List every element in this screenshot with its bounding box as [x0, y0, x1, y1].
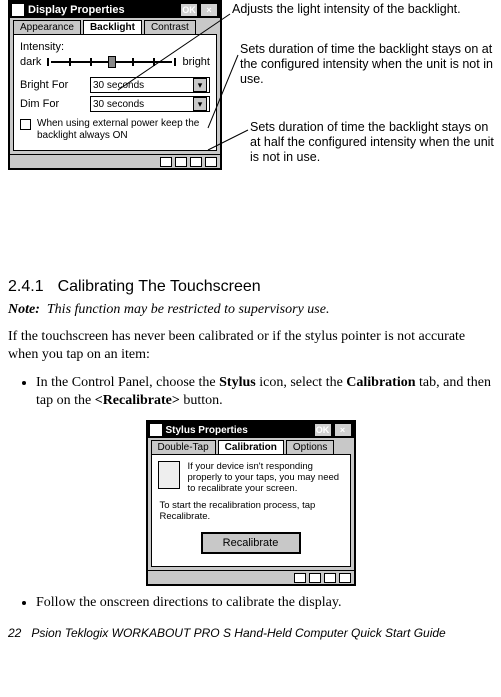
chevron-down-icon[interactable]: ▾: [193, 78, 207, 92]
tab-double-tap[interactable]: Double-Tap: [151, 440, 216, 454]
close-button[interactable]: ×: [334, 423, 352, 437]
titlebar: Display Properties OK ×: [10, 2, 220, 18]
intensity-slider[interactable]: [47, 55, 176, 69]
status-icon: [190, 157, 202, 167]
status-icon: [309, 573, 321, 583]
close-button[interactable]: ×: [200, 3, 218, 17]
section-heading: 2.4.1 Calibrating The Touchscreen: [8, 278, 493, 296]
note: Note: This function may be restricted to…: [8, 302, 493, 318]
stylus-icon: [158, 461, 180, 489]
slider-bright-label: bright: [182, 56, 210, 68]
callout-dim-for: Sets duration of time the backlight stay…: [250, 120, 498, 165]
bright-for-dropdown[interactable]: 30 seconds ▾: [90, 77, 210, 93]
titlebar: Stylus Properties OK ×: [148, 422, 354, 438]
note-label: Note:: [8, 302, 40, 317]
stylus-help-text-1: If your device isn't responding properly…: [188, 461, 344, 494]
tab-contrast[interactable]: Contrast: [144, 20, 196, 34]
callout-intensity: Adjusts the light intensity of the backl…: [232, 2, 482, 17]
display-properties-window: Display Properties OK × Appearance Backl…: [8, 0, 222, 170]
footer-text: Psion Teklogix WORKABOUT PRO S Hand-Held…: [31, 626, 445, 640]
bright-for-label: Bright For: [20, 79, 84, 91]
status-icon: [160, 157, 172, 167]
status-icon: [175, 157, 187, 167]
step-1: In the Control Panel, choose the Stylus …: [36, 374, 493, 410]
dim-for-value: 30 seconds: [93, 99, 144, 110]
stylus-properties-window: Stylus Properties OK × Double-Tap Calibr…: [146, 420, 356, 586]
callout-bright-for: Sets duration of time the backlight stay…: [240, 42, 495, 87]
dim-for-dropdown[interactable]: 30 seconds ▾: [90, 96, 210, 112]
page-number: 22: [8, 626, 21, 640]
recalibrate-button[interactable]: Recalibrate: [201, 532, 301, 554]
statusbar: [148, 570, 354, 584]
status-icon: [339, 573, 351, 583]
external-power-label: When using external power keep the backl…: [37, 118, 210, 142]
stylus-help-text-2: To start the recalibration process, tap …: [160, 500, 344, 522]
external-power-checkbox[interactable]: [20, 119, 31, 130]
section-number: 2.4.1: [8, 278, 44, 295]
tab-appearance[interactable]: Appearance: [13, 20, 81, 34]
dim-for-label: Dim For: [20, 98, 84, 110]
tab-backlight[interactable]: Backlight: [83, 20, 142, 34]
status-icon: [205, 157, 217, 167]
ok-button[interactable]: OK: [314, 423, 332, 437]
bright-for-value: 30 seconds: [93, 80, 144, 91]
tab-calibration[interactable]: Calibration: [218, 440, 284, 454]
slider-dark-label: dark: [20, 56, 41, 68]
status-icon: [324, 573, 336, 583]
page-footer: 22 Psion Teklogix WORKABOUT PRO S Hand-H…: [8, 626, 493, 640]
intro-paragraph: If the touchscreen has never been calibr…: [8, 328, 493, 364]
window-title: Display Properties: [28, 4, 125, 16]
window-title: Stylus Properties: [166, 425, 248, 436]
ok-button[interactable]: OK: [180, 3, 198, 17]
window-icon: [12, 4, 24, 16]
step-2: Follow the onscreen directions to calibr…: [36, 594, 493, 612]
statusbar: [10, 154, 220, 168]
intensity-label: Intensity:: [20, 41, 210, 53]
window-icon: [150, 424, 162, 436]
tab-options[interactable]: Options: [286, 440, 334, 454]
status-icon: [294, 573, 306, 583]
chevron-down-icon[interactable]: ▾: [193, 97, 207, 111]
slider-thumb[interactable]: [108, 56, 116, 68]
note-text: This function may be restricted to super…: [47, 302, 330, 317]
section-title: Calibrating The Touchscreen: [58, 278, 261, 295]
